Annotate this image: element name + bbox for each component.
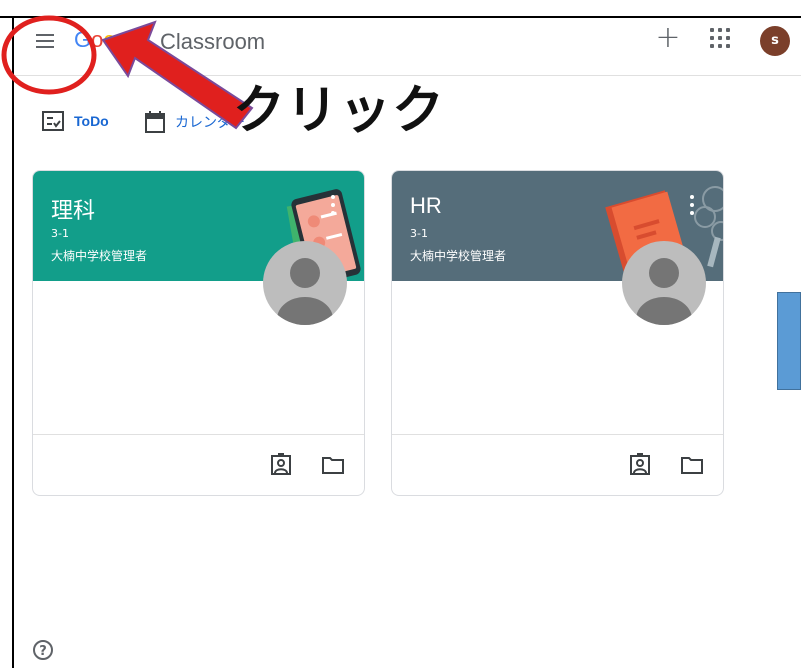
- apps-grid-icon[interactable]: [710, 28, 732, 50]
- class-title[interactable]: 理科: [51, 193, 95, 225]
- nav-calendar[interactable]: カレンダー: [145, 111, 245, 133]
- class-teacher: 大楠中学校管理者: [51, 249, 148, 263]
- calendar-icon: [145, 111, 165, 133]
- nav-todo[interactable]: ToDo: [42, 111, 109, 131]
- class-section: 3-1: [51, 227, 69, 240]
- gradebook-icon[interactable]: [628, 453, 652, 477]
- teacher-avatar: [263, 241, 347, 325]
- class-teacher: 大楠中学校管理者: [410, 249, 507, 263]
- blue-shape-overlay: [777, 292, 801, 390]
- more-options-icon[interactable]: [329, 193, 337, 217]
- card-divider: [392, 434, 723, 435]
- annotation-click-text: クリック: [233, 81, 446, 141]
- google-logo[interactable]: G o o: [74, 27, 116, 53]
- folder-icon[interactable]: [321, 453, 345, 477]
- more-options-icon[interactable]: [688, 193, 696, 217]
- main-menu-button[interactable]: [32, 28, 58, 54]
- account-avatar[interactable]: s: [760, 26, 790, 56]
- class-section: 3-1: [410, 227, 428, 240]
- todo-icon: [42, 111, 64, 131]
- card-divider: [33, 434, 364, 435]
- teacher-avatar: [622, 241, 706, 325]
- product-name[interactable]: Classroom: [160, 29, 265, 55]
- help-icon[interactable]: ?: [33, 640, 53, 660]
- nav-todo-label: ToDo: [74, 113, 109, 129]
- class-card[interactable]: HR 3-1 大楠中学校管理者: [391, 170, 724, 496]
- window-border-left: [12, 16, 14, 668]
- create-class-button[interactable]: +: [652, 23, 684, 55]
- gradebook-icon[interactable]: [269, 453, 293, 477]
- class-title[interactable]: HR: [410, 193, 442, 219]
- class-card[interactable]: 理科 3-1 大楠中学校管理者: [32, 170, 365, 496]
- folder-icon[interactable]: [680, 453, 704, 477]
